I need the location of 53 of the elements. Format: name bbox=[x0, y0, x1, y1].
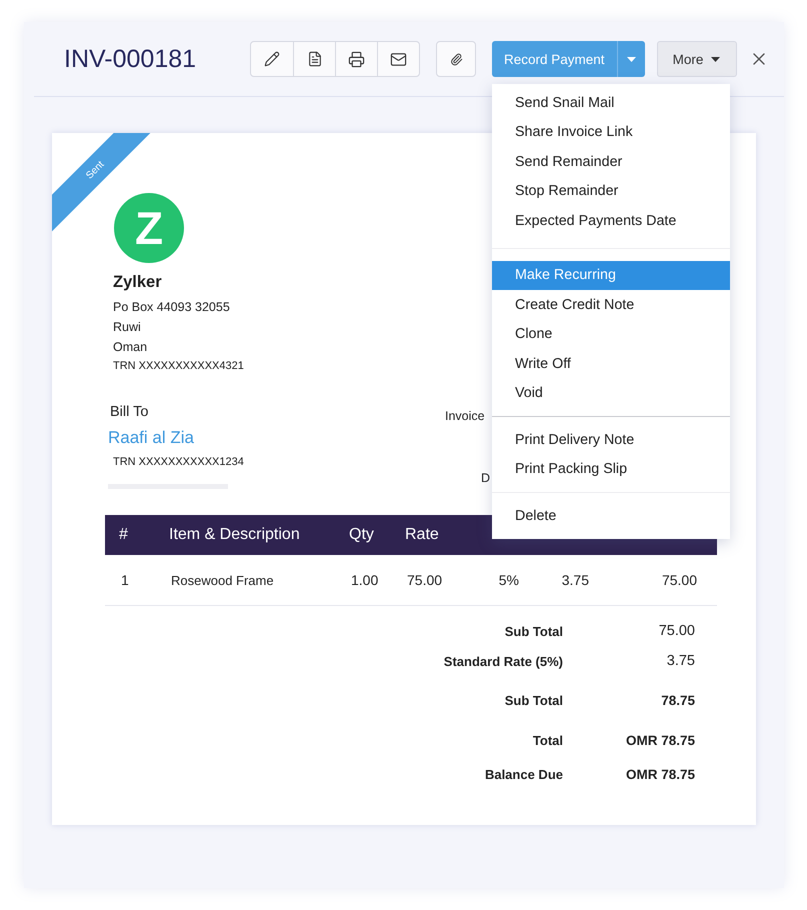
menu-item[interactable]: Clone bbox=[492, 320, 730, 349]
total-value: OMR 78.75 bbox=[624, 732, 696, 750]
table-cell-text: 3.75 bbox=[560, 572, 590, 588]
table-cell-text: 5% bbox=[498, 572, 520, 588]
column-header: # bbox=[118, 526, 129, 544]
company-logo: Z bbox=[114, 193, 184, 263]
company-name: Zylker bbox=[113, 273, 162, 292]
total-value: 75.00 bbox=[658, 622, 696, 641]
table-cell-text: 1 bbox=[120, 572, 130, 588]
menu-item[interactable]: Share Invoice Link bbox=[492, 118, 730, 147]
caret-icon bbox=[711, 56, 720, 62]
envelope-icon bbox=[390, 50, 407, 68]
menu-item[interactable]: Send Snail Mail bbox=[492, 88, 730, 118]
address-line: Ruwi bbox=[113, 320, 141, 334]
document-icon bbox=[306, 51, 322, 67]
menu-item[interactable]: Stop Remainder bbox=[492, 176, 730, 206]
table-cell-text: 1.00 bbox=[350, 572, 380, 588]
more-button[interactable]: More bbox=[656, 41, 737, 77]
invoice-number: INV-000181 bbox=[64, 44, 198, 74]
table-cell-text: Rosewood Frame bbox=[170, 572, 275, 588]
address-line: Oman bbox=[113, 340, 148, 354]
paperclip-icon bbox=[450, 52, 462, 66]
customer-trn: TRN XXXXXXXXXXX1234 bbox=[113, 456, 244, 468]
attach-button[interactable] bbox=[436, 41, 476, 77]
pencil-icon bbox=[264, 51, 280, 67]
table-cell-text: 75.00 bbox=[660, 572, 698, 588]
bill-to-label: Bill To bbox=[110, 404, 150, 420]
total-label: Standard Rate (5%) bbox=[442, 652, 564, 671]
total-label: Balance Due bbox=[484, 766, 564, 784]
address-line: Po Box 44093 32055 bbox=[113, 300, 230, 314]
column-header: Item & Description bbox=[168, 526, 301, 544]
menu-item[interactable]: Expected Payments Date bbox=[492, 206, 730, 236]
total-value: OMR 78.75 bbox=[624, 766, 696, 784]
total-label: Sub Total bbox=[504, 622, 564, 640]
total-value: 78.75 bbox=[660, 692, 696, 710]
total-label: Sub Total bbox=[504, 692, 564, 710]
column-header: Rate bbox=[404, 526, 440, 544]
total-value: 3.75 bbox=[666, 652, 696, 671]
total-label: Total bbox=[532, 732, 564, 750]
company-trn: TRN XXXXXXXXXXX4321 bbox=[113, 360, 244, 372]
date-label: D bbox=[481, 471, 490, 485]
menu-item[interactable]: Print Packing Slip bbox=[492, 454, 730, 484]
invoice-label: Invoice bbox=[445, 409, 486, 423]
menu-item[interactable]: Write Off bbox=[492, 349, 730, 378]
menu-item[interactable]: Create Credit Note bbox=[492, 290, 730, 320]
menu-item[interactable]: Send Remainder bbox=[492, 147, 730, 176]
menu-item[interactable]: Delete bbox=[492, 501, 730, 530]
menu-item[interactable]: Void bbox=[492, 378, 730, 408]
printer-icon bbox=[348, 50, 365, 68]
column-header: Qty bbox=[348, 526, 375, 544]
menu-item[interactable]: Print Delivery Note bbox=[492, 425, 730, 454]
caret-icon bbox=[626, 56, 636, 62]
table-cell-text: 75.00 bbox=[406, 572, 444, 588]
